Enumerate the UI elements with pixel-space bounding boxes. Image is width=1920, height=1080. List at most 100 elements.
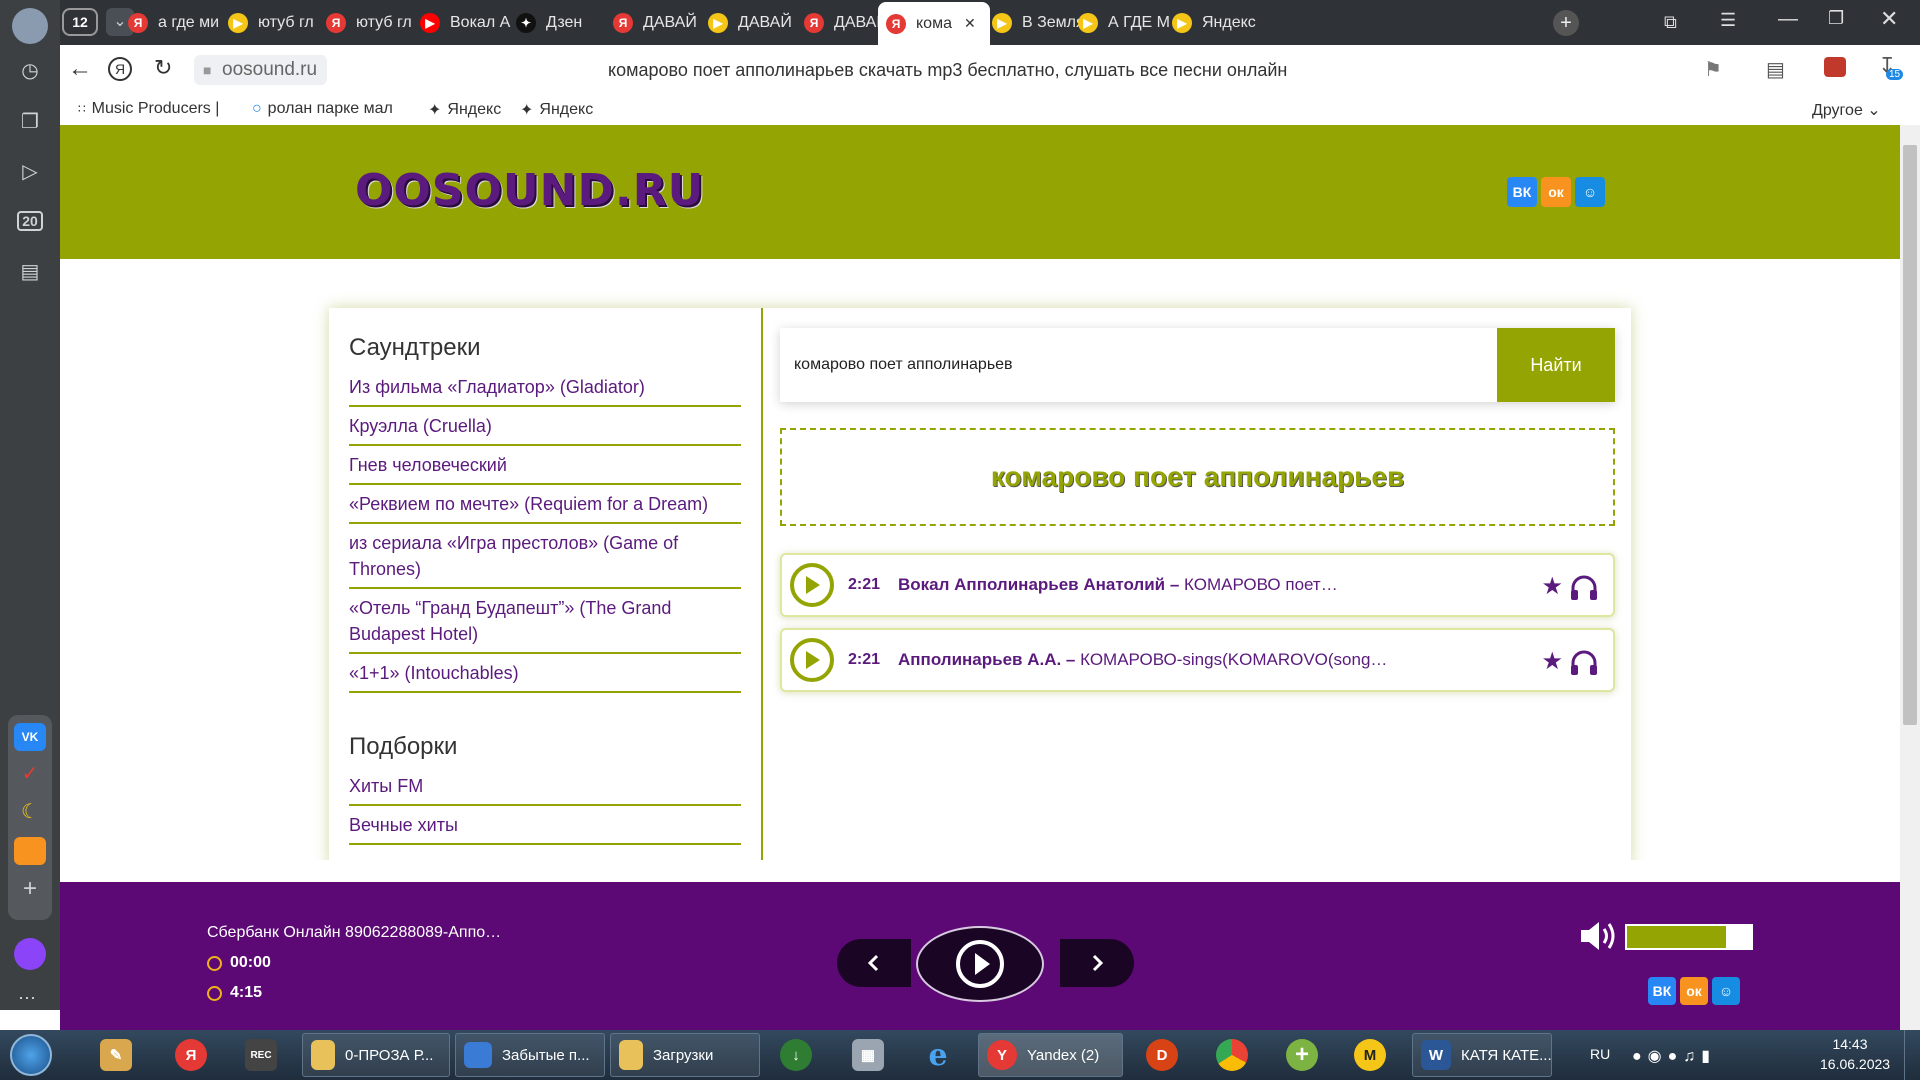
alice-icon[interactable] (14, 938, 46, 970)
tab-2[interactable]: ▶ ютуб гл (220, 6, 330, 40)
nav-link[interactable]: Круэлла (Cruella) (349, 407, 741, 446)
volume-slider[interactable] (1625, 924, 1753, 950)
reader-icon[interactable]: ▤ (1766, 57, 1785, 82)
moon-app-icon[interactable]: ☾ (14, 799, 46, 827)
start-button[interactable] (10, 1034, 52, 1076)
play-circle-icon[interactable] (790, 563, 834, 607)
collections-icon[interactable]: ❐ (12, 103, 48, 139)
bookmarks-other[interactable]: Другое ⌄ (1812, 100, 1881, 120)
reload-icon[interactable]: ↻ (154, 55, 172, 81)
taskbar-window[interactable]: W КАТЯ КАТЕ... (1412, 1033, 1552, 1077)
favorite-star-icon[interactable]: ★ (1541, 572, 1563, 601)
vk-app-icon[interactable]: VK (14, 723, 46, 751)
nav-link[interactable]: «Реквием по мечте» (Requiem for a Dream) (349, 485, 741, 524)
nav-link[interactable]: Вечные хиты (349, 806, 741, 845)
ok-share-icon[interactable]: ок (1680, 977, 1708, 1005)
game-icon[interactable]: D (1146, 1033, 1178, 1077)
lingvo-app-icon[interactable]: ✓ (14, 761, 46, 789)
scrollbar[interactable] (1900, 125, 1920, 1030)
ok-share-icon[interactable]: ок (1541, 177, 1571, 207)
tab-4[interactable]: ▶ Вокал А (412, 6, 522, 40)
close-tab-icon[interactable]: ✕ (964, 15, 976, 32)
downloads-badge: 15 (1886, 69, 1904, 80)
tab-1[interactable]: Яа где ми (120, 6, 230, 40)
taskbar-window[interactable]: 0-ПРОЗА Р... (302, 1033, 450, 1077)
language-indicator[interactable]: RU (1590, 1046, 1610, 1062)
taskbar-window[interactable]: Загрузки (610, 1033, 760, 1077)
calculator-icon[interactable]: ▦ (852, 1033, 884, 1077)
yandex-music-icon[interactable]: M (1354, 1033, 1386, 1077)
play-button[interactable] (916, 926, 1044, 1002)
taskbar-window[interactable]: Y Yandex (2) (978, 1033, 1123, 1077)
yandex-home-icon[interactable]: Я (108, 57, 132, 81)
paint-icon[interactable]: ✎ (100, 1033, 132, 1077)
video-icon[interactable]: ▷ (12, 153, 48, 189)
bookmark-item[interactable]: ✦ Яндекс (520, 100, 593, 120)
chrome-icon[interactable] (1216, 1033, 1248, 1077)
nav-link[interactable]: из сериала «Игра престолов» (Game of Thr… (349, 524, 741, 589)
nav-link[interactable]: «Отель “Гранд Будапешт”» (The Grand Buda… (349, 589, 741, 654)
screenshot-icon[interactable]: ▤ (12, 253, 48, 289)
yandex-browser-icon[interactable]: Я (175, 1033, 207, 1077)
back-icon[interactable]: ← (68, 55, 92, 83)
vk-share-icon[interactable]: ВК (1507, 177, 1537, 207)
mail-app-icon[interactable] (14, 837, 46, 865)
track-row[interactable]: 2:21 Апполинарьев А.А. – КОМАРОВО-sings(K… (780, 628, 1615, 692)
volume-icon[interactable] (1579, 919, 1617, 958)
tab-counter[interactable]: 12 (62, 8, 98, 36)
menu-icon[interactable]: ☰ (1720, 10, 1736, 31)
vk-share-icon[interactable]: ВК (1648, 977, 1676, 1005)
tabs-icon[interactable]: ⧉ (1664, 12, 1677, 33)
tab-12[interactable]: ▶ Яндекс (1164, 6, 1274, 40)
recorder-icon[interactable]: REC (245, 1033, 277, 1077)
calendar-icon[interactable]: 20 (12, 203, 48, 239)
restore-icon[interactable]: ❐ (1828, 8, 1844, 29)
tab-6[interactable]: Я ДАВАЙ (605, 6, 715, 40)
mailru-share-icon[interactable]: ☺ (1575, 177, 1605, 207)
url-field[interactable]: ■ oosound.ru (194, 55, 328, 85)
extension-icon[interactable] (1824, 57, 1846, 77)
add-app-icon[interactable]: + (14, 875, 46, 903)
headphones-icon[interactable] (1569, 648, 1599, 681)
tab-5[interactable]: ✦ Дзен (508, 6, 618, 40)
new-tab-button[interactable]: + (1553, 10, 1579, 36)
nav-link[interactable]: Гнев человеческий (349, 446, 741, 485)
add-icon[interactable]: + (1286, 1033, 1318, 1077)
bookmark-item[interactable]: ∷ Music Producers | (78, 100, 219, 118)
volume-level (1627, 926, 1727, 948)
favorite-star-icon[interactable]: ★ (1541, 647, 1563, 676)
track-title[interactable]: Вокал Апполинарьев Анатолий – КОМАРОВО п… (898, 575, 1408, 595)
tab-label: ютуб гл (258, 14, 314, 31)
ie-icon[interactable]: e (922, 1033, 954, 1077)
tray-icons[interactable]: ●◉●♫▮ (1632, 1046, 1716, 1066)
mailru-share-icon[interactable]: ☺ (1712, 977, 1740, 1005)
search-input[interactable] (780, 328, 1497, 402)
more-icon[interactable]: ⋯ (18, 988, 36, 1009)
search-button[interactable]: Найти (1497, 328, 1615, 402)
bookmark-item[interactable]: ✦ Яндекс (428, 100, 501, 120)
scrollbar-thumb[interactable] (1903, 145, 1917, 725)
next-button[interactable] (1060, 939, 1134, 987)
download-manager-icon[interactable]: ↓ (780, 1033, 812, 1077)
track-row[interactable]: 2:21 Вокал Апполинарьев Анатолий – КОМАРО… (780, 553, 1615, 617)
downloads-icon[interactable]: ↧ 15 (1878, 53, 1904, 80)
history-icon[interactable]: ◷ (12, 52, 48, 88)
prev-button[interactable] (837, 939, 911, 987)
play-circle-icon[interactable] (790, 638, 834, 682)
bookmark-item[interactable]: ○ ролан парке маль (252, 100, 392, 118)
headphones-icon[interactable] (1569, 573, 1599, 606)
tab-9[interactable]: Якома ✕ (878, 2, 990, 45)
profile-avatar[interactable] (12, 8, 48, 44)
nav-link[interactable]: «1+1» (Intouchables) (349, 654, 741, 693)
clock[interactable]: 14:43 16.06.2023 (1820, 1036, 1890, 1072)
show-desktop-button[interactable] (1904, 1030, 1920, 1080)
minimize-icon[interactable]: — (1778, 8, 1798, 31)
site-logo[interactable]: OOSOUND.RU (355, 165, 704, 216)
nav-link[interactable]: Хиты FM (349, 767, 741, 806)
tab-7[interactable]: ▶ ДАВАЙ (700, 6, 810, 40)
nav-link[interactable]: Из фильма «Гладиатор» (Gladiator) (349, 368, 741, 407)
bookmark-icon[interactable]: ⚑ (1704, 57, 1722, 82)
close-window-icon[interactable]: ✕ (1880, 6, 1898, 32)
track-title[interactable]: Апполинарьев А.А. – КОМАРОВО-sings(KOMAR… (898, 650, 1408, 670)
taskbar-window[interactable]: Забытые п... (455, 1033, 605, 1077)
